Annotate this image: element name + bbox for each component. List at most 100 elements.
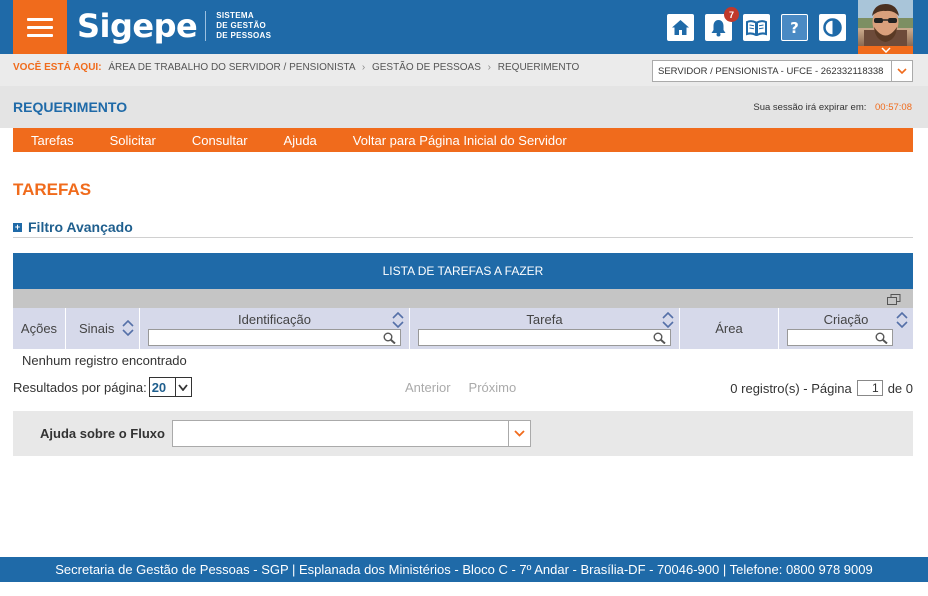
session-time: 00:57:08 bbox=[875, 102, 912, 113]
expand-plus-icon: + bbox=[13, 221, 22, 232]
per-page-select[interactable]: 20 bbox=[148, 377, 192, 397]
menu-bar-icon bbox=[27, 17, 53, 21]
sort-icon[interactable] bbox=[896, 312, 908, 328]
identificacao-filter-input[interactable] bbox=[148, 329, 401, 346]
logo-divider bbox=[205, 11, 207, 41]
breadcrumb-lead: VOCÊ ESTÁ AQUI: bbox=[13, 62, 102, 73]
empty-table-message: Nenhum registro encontrado bbox=[22, 353, 187, 368]
home-icon bbox=[672, 20, 689, 35]
page-title: REQUERIMENTO bbox=[13, 99, 128, 115]
open-book-icon bbox=[746, 19, 767, 36]
column-area: Área bbox=[680, 308, 779, 349]
column-sinais[interactable]: Sinais bbox=[66, 308, 140, 349]
logo-subtitle: SISTEMA DE GESTÃO DE PESSOAS bbox=[216, 11, 271, 41]
search-icon bbox=[653, 332, 666, 344]
footer: Secretaria de Gestão de Pessoas - SGP | … bbox=[0, 557, 928, 582]
sigepe-logo[interactable]: Sigepe SISTEMA DE GESTÃO DE PESSOAS bbox=[77, 6, 271, 46]
search-icon bbox=[875, 332, 888, 344]
flow-help-label: Ajuda sobre o Fluxo bbox=[40, 426, 165, 441]
question-mark-icon: ? bbox=[790, 19, 799, 36]
nav-item-consultar[interactable]: Consultar bbox=[174, 133, 266, 148]
column-identificacao[interactable]: Identificação bbox=[140, 308, 410, 349]
logo-text: Sigepe bbox=[77, 7, 198, 45]
contrast-button[interactable] bbox=[819, 14, 846, 41]
flow-help-arrow[interactable] bbox=[508, 421, 530, 446]
breadcrumb-separator-icon: › bbox=[361, 62, 366, 73]
previous-page-link[interactable]: Anterior bbox=[405, 380, 451, 395]
breadcrumb: VOCÊ ESTÁ AQUI: ÁREA DE TRABALHO DO SERV… bbox=[13, 62, 579, 73]
per-page-value: 20 bbox=[151, 379, 167, 395]
flow-help-box: Ajuda sobre o Fluxo bbox=[13, 411, 913, 456]
svg-text:?: ? bbox=[790, 19, 799, 36]
flow-help-select[interactable] bbox=[172, 420, 531, 447]
page-number-input[interactable]: 1 bbox=[856, 380, 883, 396]
window-restore-icon bbox=[887, 294, 901, 305]
table-caption: LISTA DE TAREFAS A FAZER bbox=[13, 253, 913, 289]
breadcrumb-item[interactable]: GESTÃO DE PESSOAS bbox=[372, 62, 481, 73]
notification-count-badge: 7 bbox=[724, 7, 739, 22]
results-per-page: Resultados por página: 20 bbox=[13, 377, 192, 397]
nav-item-solicitar[interactable]: Solicitar bbox=[92, 133, 174, 148]
nav-item-voltar[interactable]: Voltar para Página Inicial do Servidor bbox=[335, 133, 585, 148]
main-nav: Tarefas Solicitar Consultar Ajuda Voltar… bbox=[13, 128, 913, 152]
sort-icon[interactable] bbox=[122, 320, 134, 336]
breadcrumb-separator-icon: › bbox=[487, 62, 491, 73]
menu-bar-icon bbox=[27, 25, 53, 29]
breadcrumb-item[interactable]: ÁREA DE TRABALHO DO SERVIDOR / PENSIONIS… bbox=[108, 62, 355, 73]
chevron-down-icon bbox=[178, 383, 188, 391]
hamburger-menu-button[interactable] bbox=[13, 0, 67, 54]
table-header-row: Ações Sinais Identificação Tarefa Área C… bbox=[13, 308, 913, 349]
advanced-filter-label: Filtro Avançado bbox=[28, 219, 133, 235]
session-label: Sua sessão irá expirar em: bbox=[753, 102, 867, 113]
logo-subtitle-line: DE PESSOAS bbox=[216, 31, 272, 40]
chevron-down-icon bbox=[514, 430, 525, 437]
profile-select-value: SERVIDOR / PENSIONISTA - UFCE - 26233211… bbox=[658, 65, 884, 77]
table-toolbar bbox=[13, 289, 913, 308]
home-button[interactable] bbox=[667, 14, 694, 41]
column-tarefa[interactable]: Tarefa bbox=[410, 308, 680, 349]
chevron-down-icon bbox=[897, 68, 907, 74]
column-title: Criação bbox=[823, 312, 869, 327]
pagination-status: 0 registro(s) - Página 1 de 0 bbox=[730, 380, 913, 396]
notifications-button[interactable]: 7 bbox=[705, 7, 739, 41]
nav-item-ajuda[interactable]: Ajuda bbox=[266, 133, 335, 148]
avatar-dropdown-toggle[interactable] bbox=[858, 46, 913, 54]
sort-icon[interactable] bbox=[662, 312, 674, 328]
chevron-down-icon bbox=[880, 47, 891, 53]
profile-select[interactable]: SERVIDOR / PENSIONISTA - UFCE - 26233211… bbox=[652, 60, 913, 82]
divider bbox=[13, 237, 913, 238]
next-page-link[interactable]: Próximo bbox=[469, 380, 517, 395]
page-total-text: de 0 bbox=[887, 380, 913, 396]
column-title: Área bbox=[715, 321, 743, 336]
bell-icon bbox=[711, 19, 726, 36]
column-criacao[interactable]: Criação bbox=[779, 308, 913, 349]
column-acoes: Ações bbox=[13, 308, 66, 349]
profile-select-arrow[interactable] bbox=[891, 61, 912, 81]
title-bar: REQUERIMENTO Sua sessão irá expirar em: … bbox=[0, 86, 928, 128]
tarefa-filter-input[interactable] bbox=[418, 329, 671, 346]
top-header: Sigepe SISTEMA DE GESTÃO DE PESSOAS 7 ? bbox=[0, 0, 928, 54]
flow-help-value bbox=[173, 421, 508, 446]
records-text: 0 registro(s) - Página bbox=[730, 380, 852, 396]
advanced-filter-toggle[interactable]: + Filtro Avançado bbox=[13, 219, 133, 235]
per-page-label: Resultados por página: bbox=[13, 379, 147, 395]
pagination-nav: Anterior Próximo bbox=[405, 380, 516, 395]
breadcrumb-item-current: REQUERIMENTO bbox=[497, 62, 580, 73]
menu-bar-icon bbox=[27, 33, 53, 37]
nav-item-tarefas[interactable]: Tarefas bbox=[13, 133, 92, 148]
column-title: Ações bbox=[20, 321, 58, 336]
column-title: Identificação bbox=[238, 312, 311, 327]
section-title: TAREFAS bbox=[13, 180, 92, 199]
session-timer: Sua sessão irá expirar em: 00:57:08 bbox=[753, 102, 912, 113]
column-title: Tarefa bbox=[526, 312, 563, 327]
page: Sigepe SISTEMA DE GESTÃO DE PESSOAS 7 ? bbox=[0, 0, 928, 596]
logo-subtitle-line: DE GESTÃO bbox=[216, 21, 267, 30]
manual-button[interactable] bbox=[743, 14, 770, 41]
sort-icon[interactable] bbox=[392, 312, 404, 328]
criacao-filter-input[interactable] bbox=[787, 329, 893, 346]
per-page-arrow[interactable] bbox=[174, 378, 191, 396]
contrast-icon bbox=[823, 18, 842, 37]
help-button[interactable]: ? bbox=[781, 14, 808, 41]
search-icon bbox=[383, 332, 396, 344]
logo-subtitle-line: SISTEMA bbox=[216, 11, 254, 20]
